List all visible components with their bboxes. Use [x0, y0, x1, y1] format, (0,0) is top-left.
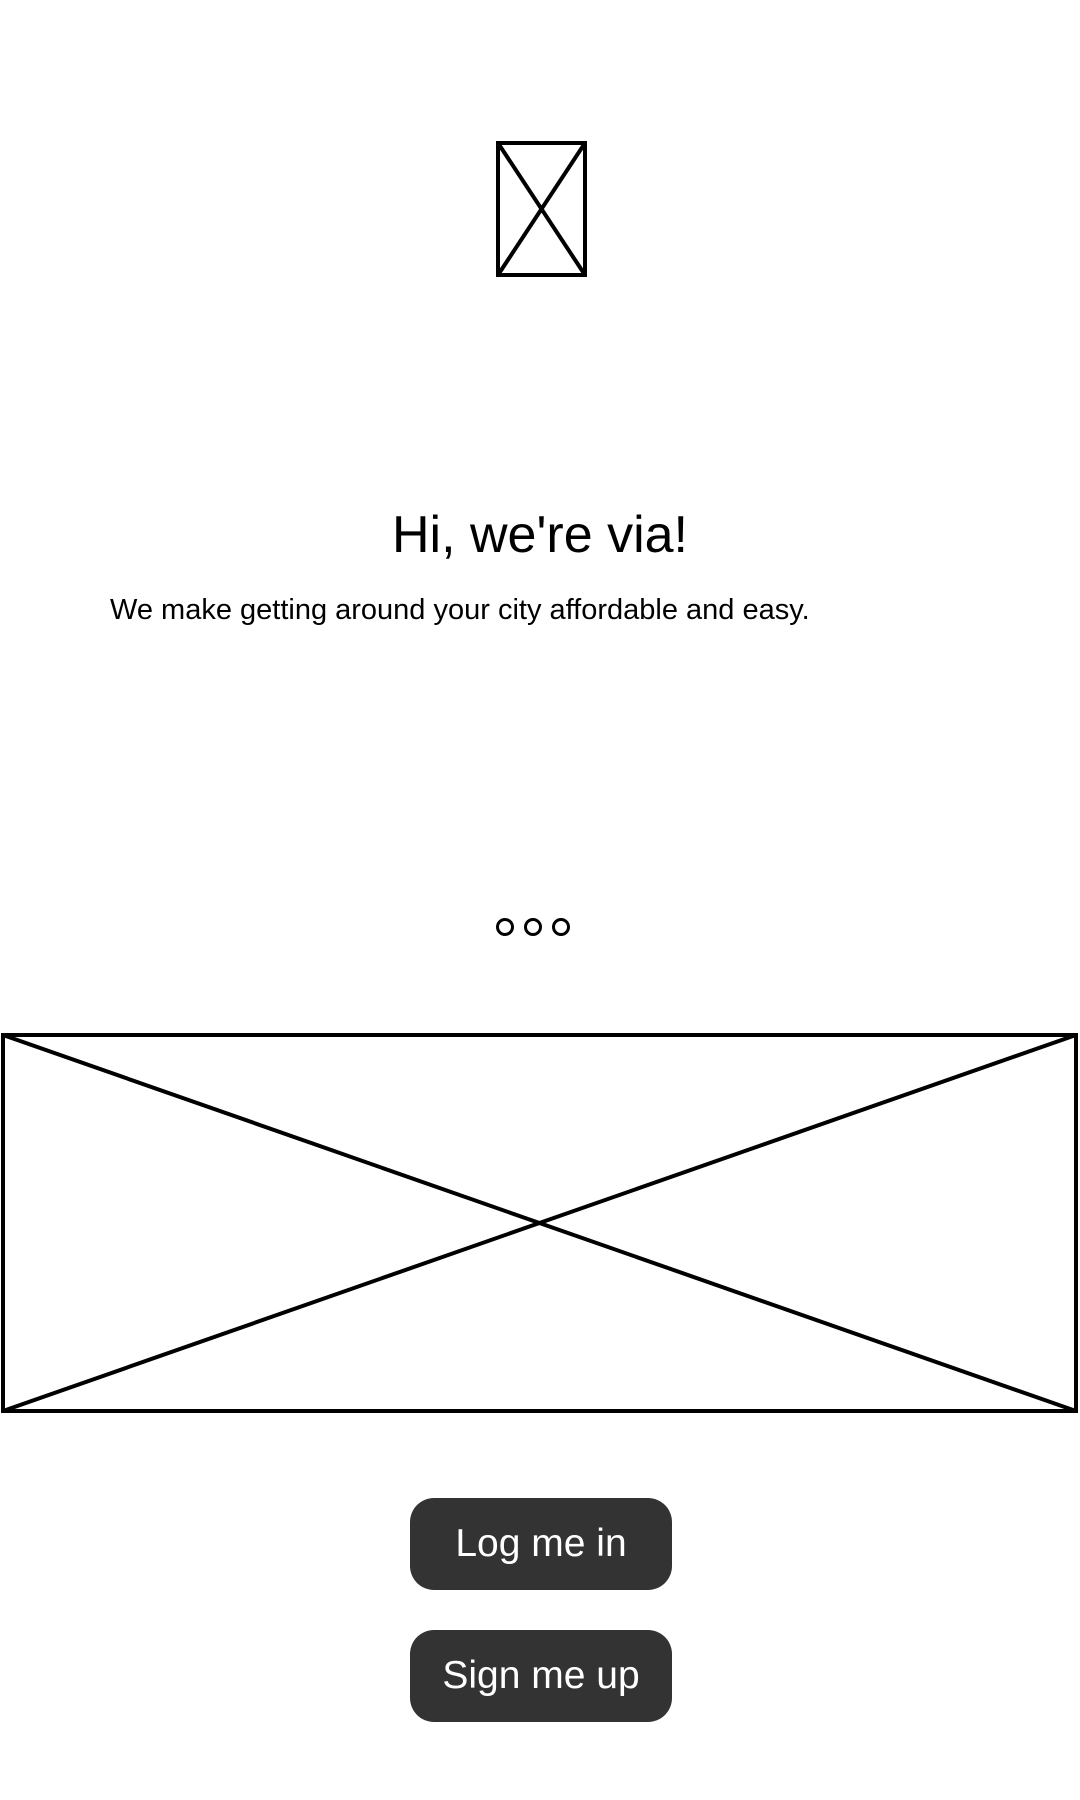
- page-indicator: [496, 914, 586, 940]
- signup-button[interactable]: Sign me up: [410, 1630, 672, 1722]
- logo-image-placeholder: [496, 141, 587, 277]
- login-button[interactable]: Log me in: [410, 1498, 672, 1590]
- page-indicator-dot[interactable]: [496, 918, 514, 936]
- page-title: Hi, we're via!: [391, 506, 688, 564]
- image-placeholder-icon: [1, 1033, 1078, 1413]
- page-indicator-dot[interactable]: [524, 918, 542, 936]
- tagline-text: We make getting around your city afforda…: [110, 594, 810, 626]
- page-indicator-dot[interactable]: [552, 918, 570, 936]
- hero-image-placeholder: [1, 1033, 1078, 1413]
- image-placeholder-icon: [496, 141, 587, 277]
